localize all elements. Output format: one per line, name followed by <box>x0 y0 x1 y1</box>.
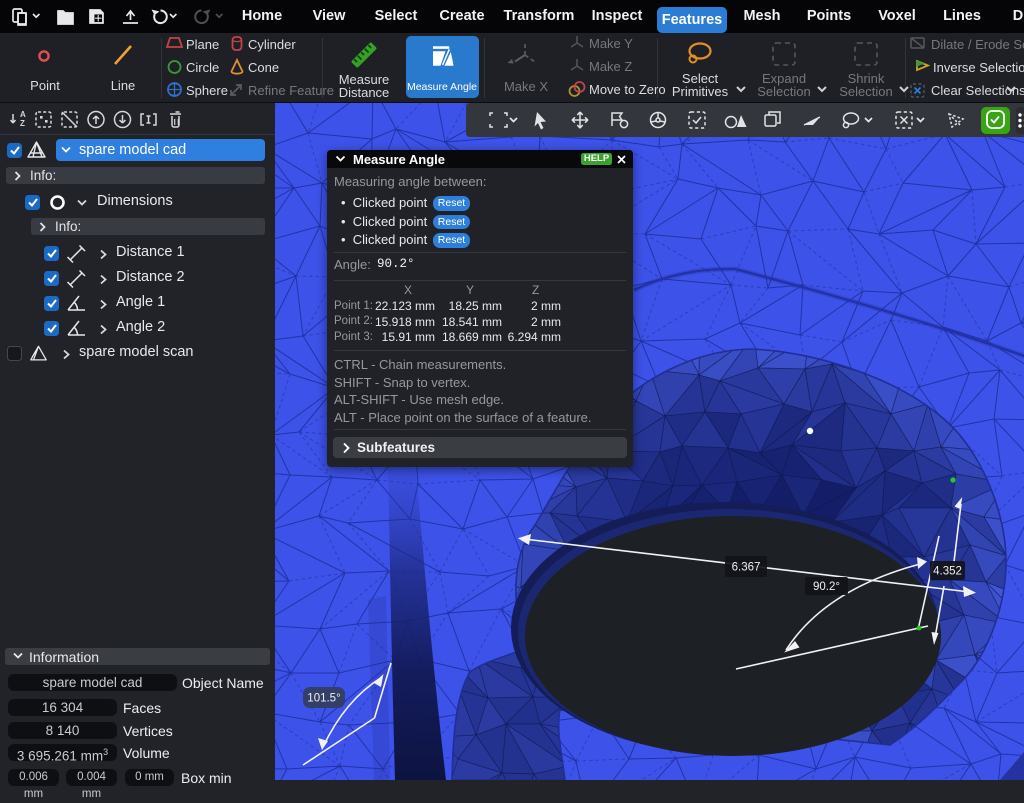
svg-text:6.367: 6.367 <box>732 562 761 574</box>
svg-text:Z: Z <box>20 119 25 128</box>
svg-text:A: A <box>20 110 26 119</box>
svg-text:90.2°: 90.2° <box>813 581 840 593</box>
svg-text:101.5°: 101.5° <box>307 693 340 705</box>
svg-text:4.352: 4.352 <box>933 566 962 578</box>
